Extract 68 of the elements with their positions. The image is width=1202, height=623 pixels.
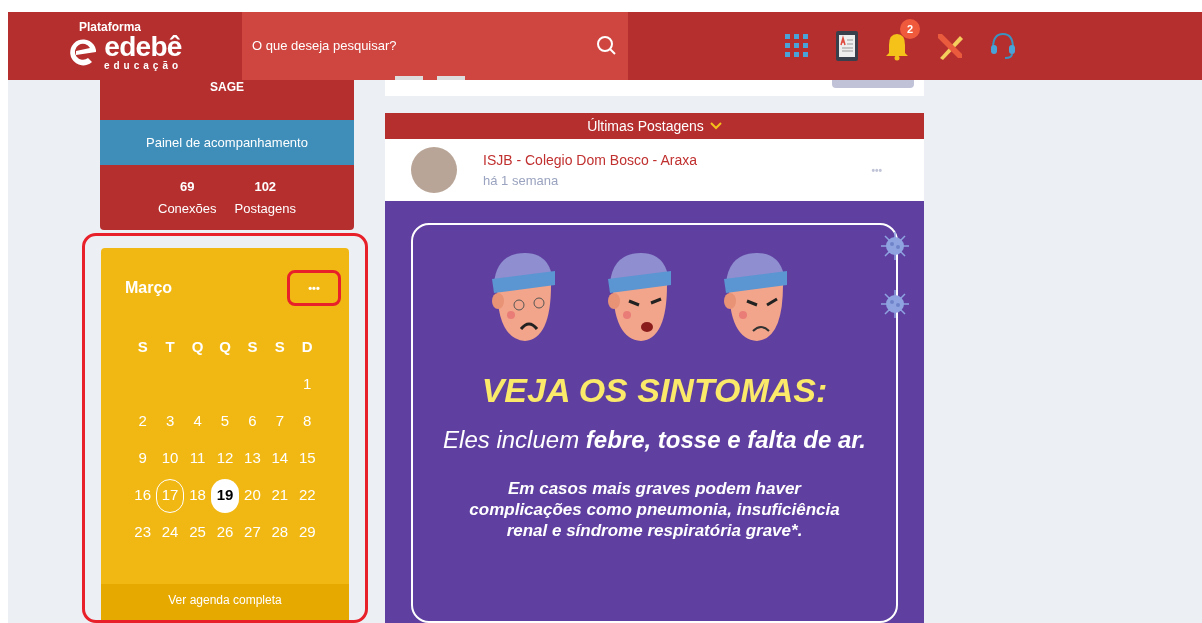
calendar-day[interactable]: 10 [156, 441, 184, 476]
calendar-day[interactable]: 12 [211, 441, 239, 476]
chevron-down-icon [709, 122, 722, 131]
calendar-day[interactable]: 15 [293, 441, 321, 476]
full-agenda-link[interactable]: Ver agenda completa [101, 584, 349, 620]
calendar-day[interactable]: 4 [183, 404, 212, 439]
stat-value: 69 [180, 177, 195, 196]
weekday-label: Q [218, 337, 232, 357]
school-photo-placeholder [411, 147, 457, 194]
weekday-label: T [164, 337, 176, 357]
image-subline: Eles incluem febre, tosse e falta de ar. [443, 425, 866, 455]
search-icon[interactable] [596, 35, 618, 57]
calendar-day[interactable]: 11 [183, 441, 212, 476]
calendar-day[interactable]: 21 [266, 478, 294, 513]
weekday-label: S [246, 337, 259, 357]
virus-icon [880, 231, 910, 261]
calendar-day[interactable]: 25 [183, 515, 212, 550]
calendar-day[interactable]: 2 [129, 404, 157, 439]
weekday-label: D [300, 337, 314, 357]
tablet-document-icon[interactable] [836, 31, 858, 61]
post-more-button[interactable]: ••• [871, 162, 882, 178]
weekday-label: Q [190, 337, 205, 357]
logo-caption: Plataforma [79, 21, 141, 33]
calendar-day[interactable]: 16 [129, 478, 157, 513]
calendar-day[interactable]: 19 [211, 478, 239, 513]
image-headline: VEJA OS SINTOMAS: [481, 370, 828, 411]
pencil-ruler-icon[interactable] [936, 32, 964, 60]
calendar-day[interactable]: 13 [238, 441, 267, 476]
profile-name: SAGE [209, 80, 245, 96]
logo-subtitle: educação [103, 61, 183, 71]
calendar-day[interactable]: 5 [211, 404, 239, 439]
stat-label: Conexões [158, 199, 217, 218]
headset-icon[interactable] [990, 32, 1016, 60]
calendar-day[interactable]: 7 [266, 404, 294, 439]
stat-label: Postagens [234, 199, 296, 218]
calendar-day[interactable]: 26 [211, 515, 239, 550]
month-title: Março [125, 278, 173, 298]
toolbar-placeholder [395, 76, 423, 80]
weekday-label: S [136, 337, 149, 357]
search-field[interactable]: O que deseja pesquisar? [252, 36, 552, 56]
calendar-day[interactable]: 29 [293, 515, 321, 550]
feed-header[interactable]: Últimas Postagens [385, 113, 924, 140]
post-author[interactable]: ISJB - Colegio Dom Bosco - Araxa [483, 149, 697, 171]
panel-button[interactable]: Painel de acompanhamento [100, 120, 354, 165]
weekday-label: S [273, 337, 286, 357]
logo-wordmark: edebê [104, 33, 182, 61]
calendar-day[interactable]: 24 [156, 515, 184, 550]
calendar-day[interactable]: 1 [293, 367, 321, 402]
calendar-day[interactable]: 22 [293, 478, 321, 513]
bell-icon[interactable] [884, 31, 910, 61]
image-body: Em casos mais graves podem haver complicações como pneumonia, insuficiência renal e síndrome respiratória grave*. [468, 478, 841, 541]
post-time: há 1 semana [483, 171, 560, 190]
calendar-day[interactable]: 6 [238, 404, 267, 439]
calendar-day[interactable]: 9 [129, 441, 157, 476]
calendar-day[interactable]: 14 [266, 441, 294, 476]
calendar-day[interactable]: 20 [238, 478, 267, 513]
notification-badge: 2 [900, 19, 920, 39]
calendar-day[interactable]: 8 [293, 404, 321, 439]
calendar-day[interactable]: 28 [266, 515, 294, 550]
toolbar-placeholder [437, 76, 465, 80]
virus-icon [880, 289, 910, 319]
apps-grid-icon[interactable] [784, 33, 810, 59]
calendar-day[interactable]: 18 [183, 478, 212, 513]
calendar-day[interactable]: 3 [156, 404, 184, 439]
calendar-day[interactable]: 27 [238, 515, 267, 550]
stat-value: 102 [254, 177, 277, 196]
calendar-day[interactable]: 23 [129, 515, 157, 550]
more-button[interactable]: ••• [287, 270, 341, 306]
